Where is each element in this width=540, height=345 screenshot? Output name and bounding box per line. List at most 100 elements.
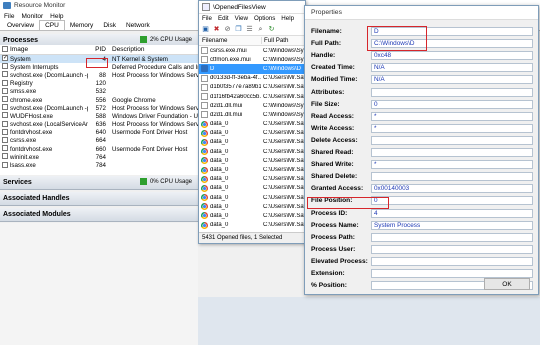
process-checkbox[interactable]: [0, 96, 10, 104]
col-filename[interactable]: Filename: [199, 37, 261, 44]
save-icon[interactable]: ▣: [201, 25, 210, 34]
process-checkbox[interactable]: [0, 161, 10, 170]
resmon-menu-file[interactable]: File: [4, 13, 14, 20]
ofv-menu-view[interactable]: View: [235, 15, 248, 22]
file-row[interactable]: d0133d-ff-3eba-4f... C:\Users\Mr.Sat: [199, 74, 305, 83]
process-row[interactable]: fontdrvhost.exe 640 Usermode Font Driver H…: [0, 128, 198, 137]
tab-disk[interactable]: Disk: [98, 21, 121, 30]
resmon-menu-monitor[interactable]: Monitor: [21, 13, 43, 20]
process-row[interactable]: svchost.exe (DcomLaunch -p) 88 Host Proces…: [0, 71, 198, 79]
property-value[interactable]: *: [371, 160, 533, 170]
ofv-menu-options[interactable]: Options: [254, 15, 275, 22]
property-value[interactable]: [371, 232, 533, 242]
property-value[interactable]: 0: [371, 99, 533, 109]
process-row[interactable]: csrss.exe 664: [0, 136, 198, 145]
ok-button[interactable]: OK: [484, 278, 530, 290]
file-row[interactable]: ctfmon.exe.mui C:\Windows\Sy: [199, 55, 305, 64]
property-value[interactable]: 0x00140003: [371, 184, 533, 194]
property-value[interactable]: *: [371, 123, 533, 133]
process-row[interactable]: smss.exe 532: [0, 87, 198, 96]
col-pid[interactable]: PID: [88, 46, 108, 53]
property-value[interactable]: [371, 148, 533, 157]
process-checkbox[interactable]: [0, 63, 10, 71]
property-label: Read Access:: [311, 112, 355, 120]
process-checkbox[interactable]: [0, 55, 10, 63]
file-row[interactable]: data_0 C:\Users\Mr.Sat: [199, 193, 305, 202]
property-value[interactable]: N/A: [371, 63, 533, 73]
file-row[interactable]: csrss.exe.mui C:\Windows\Sy: [199, 46, 305, 55]
col-full-path[interactable]: Full Path: [261, 37, 305, 44]
close-icon[interactable]: ⊘: [223, 25, 232, 34]
process-row[interactable]: fontdrvhost.exe 660 Usermode Font Driver H…: [0, 145, 198, 153]
process-row[interactable]: Registry 120: [0, 79, 198, 88]
process-checkbox[interactable]: [0, 145, 10, 153]
tab-memory[interactable]: Memory: [65, 21, 98, 30]
process-row[interactable]: lsass.exe 784: [0, 161, 198, 169]
property-value[interactable]: 4: [371, 208, 533, 218]
process-checkbox[interactable]: [0, 87, 10, 96]
process-checkbox[interactable]: [0, 153, 10, 161]
file-row[interactable]: data_0 C:\Users\Mr.Sat: [199, 165, 305, 174]
file-row[interactable]: data_0 C:\Users\Mr.Sat: [199, 138, 305, 147]
col-description[interactable]: Description: [108, 46, 198, 53]
property-value[interactable]: 0: [371, 196, 533, 206]
property-value[interactable]: *: [371, 111, 533, 121]
delete-icon[interactable]: ✖: [212, 25, 221, 34]
property-value[interactable]: N/A: [371, 75, 533, 85]
property-value[interactable]: [371, 256, 533, 266]
file-row[interactable]: d2d1.dll.mui C:\Windows\Sy: [199, 101, 305, 110]
file-row[interactable]: data_0 C:\Users\Mr.Sat: [199, 156, 305, 165]
property-value[interactable]: [371, 172, 533, 182]
file-row[interactable]: data_0 C:\Users\Mr.Sat: [199, 175, 305, 184]
resmon-menu-help[interactable]: Help: [50, 13, 63, 20]
property-value[interactable]: 0xc48: [371, 51, 533, 61]
process-checkbox[interactable]: [0, 79, 10, 88]
file-row[interactable]: D C:\Windows\D: [199, 64, 305, 74]
property-value[interactable]: [371, 135, 533, 145]
file-row[interactable]: d1f16fb42a60cc5b... C:\Users\Mr.Sat: [199, 92, 305, 101]
tab-cpu[interactable]: CPU: [39, 20, 65, 30]
process-checkbox[interactable]: [0, 112, 10, 120]
tab-network[interactable]: Network: [121, 21, 155, 30]
process-row[interactable]: chrome.exe 556 Google Chrome: [0, 96, 198, 104]
copy-icon[interactable]: ❐: [234, 25, 243, 34]
process-checkbox[interactable]: [0, 120, 10, 129]
property-value[interactable]: [371, 87, 533, 97]
ofv-menu-edit[interactable]: Edit: [218, 15, 229, 22]
refresh-icon[interactable]: ↻: [267, 25, 276, 34]
select-all-checkbox[interactable]: [0, 45, 10, 54]
find-icon[interactable]: ⌕: [256, 25, 265, 34]
associated-modules-section-header[interactable]: Associated Modules: [0, 208, 198, 222]
file-row[interactable]: data_0 C:\Users\Mr.Sat: [199, 147, 305, 156]
file-row[interactable]: data_0 C:\Users\Mr.Sat: [199, 221, 305, 230]
process-row[interactable]: svchost.exe (LocalServiceAn... 636 Host Pr…: [0, 120, 198, 129]
process-checkbox[interactable]: [0, 128, 10, 137]
property-value[interactable]: [371, 244, 533, 254]
file-row[interactable]: data_0 C:\Users\Mr.Sat: [199, 120, 305, 129]
property-value[interactable]: C:\Windows\D: [371, 39, 533, 49]
property-value[interactable]: [371, 269, 533, 278]
file-row[interactable]: data_0 C:\Users\Mr.Sat: [199, 184, 305, 193]
ofv-menu-help[interactable]: Help: [281, 15, 294, 22]
file-row[interactable]: d2d1.dll.mui C:\Windows\Sy: [199, 110, 305, 119]
process-row[interactable]: wininit.exe 764: [0, 153, 198, 161]
process-row[interactable]: System 4 NT Kernel & System: [0, 55, 198, 64]
property-value[interactable]: System Process: [371, 220, 533, 230]
process-row[interactable]: svchost.exe (DcomLaunch -p) 572 Host Proce…: [0, 104, 198, 112]
file-row[interactable]: data_0 C:\Users\Mr.Sat: [199, 202, 305, 211]
tab-overview[interactable]: Overview: [2, 21, 39, 30]
file-row[interactable]: d1b0f3577e7a89b1...C:\Users\Mr.Sat: [199, 83, 305, 92]
properties-icon[interactable]: ☰: [245, 25, 254, 34]
process-checkbox[interactable]: [0, 104, 10, 112]
file-row[interactable]: data_0 C:\Users\Mr.Sat: [199, 129, 305, 138]
ofv-menu-file[interactable]: File: [202, 15, 212, 22]
process-checkbox[interactable]: [0, 136, 10, 145]
col-image[interactable]: Image: [10, 46, 88, 53]
process-row[interactable]: WUDFHost.exe 588 Windows Driver Foundation…: [0, 112, 198, 120]
property-value[interactable]: D: [371, 27, 533, 36]
process-row[interactable]: System Interrupts - Deferred Procedure Cal…: [0, 63, 198, 71]
associated-handles-section-header[interactable]: Associated Handles: [0, 192, 198, 206]
process-checkbox[interactable]: [0, 71, 10, 79]
file-row[interactable]: data_0 C:\Users\Mr.Sat: [199, 211, 305, 220]
services-section-header[interactable]: Services 0% CPU Usage: [0, 176, 198, 190]
